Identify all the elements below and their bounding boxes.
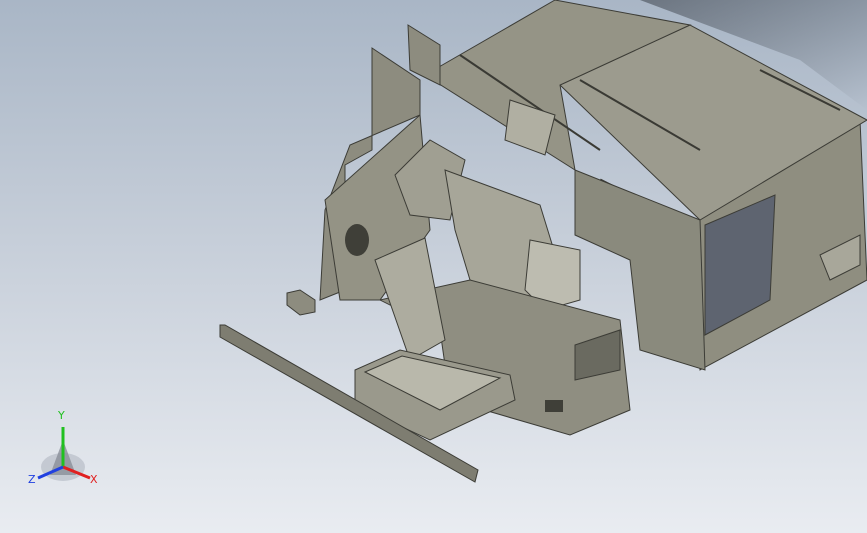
- orientation-triad[interactable]: Y X Z: [20, 409, 110, 495]
- graphics-viewport[interactable]: Y X Z: [0, 0, 867, 533]
- z-axis-label: Z: [28, 473, 36, 486]
- small-block[interactable]: [286, 289, 316, 316]
- x-axis-label: X: [90, 473, 98, 486]
- base-slot: [545, 400, 563, 412]
- machine-model[interactable]: [0, 0, 867, 533]
- port-hole: [345, 224, 369, 256]
- y-axis-label: Y: [58, 409, 65, 422]
